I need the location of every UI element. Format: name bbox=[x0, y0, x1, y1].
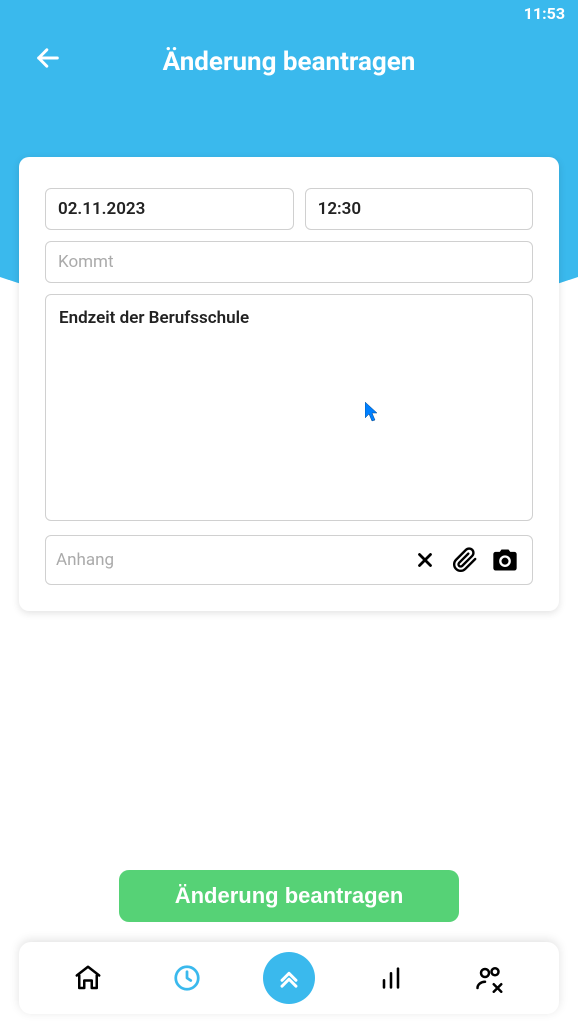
time-input[interactable]: 12:30 bbox=[305, 188, 533, 230]
bottom-nav bbox=[19, 942, 559, 1014]
paperclip-icon[interactable] bbox=[448, 543, 482, 577]
page-title: Änderung beantragen bbox=[163, 47, 416, 77]
status-time: 11:53 bbox=[524, 4, 565, 23]
date-input[interactable]: 02.11.2023 bbox=[45, 188, 294, 230]
back-button[interactable] bbox=[34, 44, 62, 79]
comment-textarea[interactable]: Endzeit der Berufsschule bbox=[45, 294, 533, 521]
clear-icon[interactable] bbox=[408, 543, 442, 577]
nav-home[interactable] bbox=[66, 956, 110, 1000]
camera-icon[interactable] bbox=[488, 543, 522, 577]
nav-people[interactable] bbox=[468, 956, 512, 1000]
attachment-row: Anhang bbox=[45, 535, 533, 585]
form-card: 02.11.2023 12:30 Kommt Endzeit der Beruf… bbox=[19, 157, 559, 611]
type-input[interactable]: Kommt bbox=[45, 241, 533, 283]
nav-stats[interactable] bbox=[369, 956, 413, 1000]
nav-clock[interactable] bbox=[165, 956, 209, 1000]
attachment-placeholder: Anhang bbox=[56, 550, 402, 570]
submit-button[interactable]: Änderung beantragen bbox=[119, 870, 459, 922]
nav-center-action[interactable] bbox=[263, 952, 315, 1004]
